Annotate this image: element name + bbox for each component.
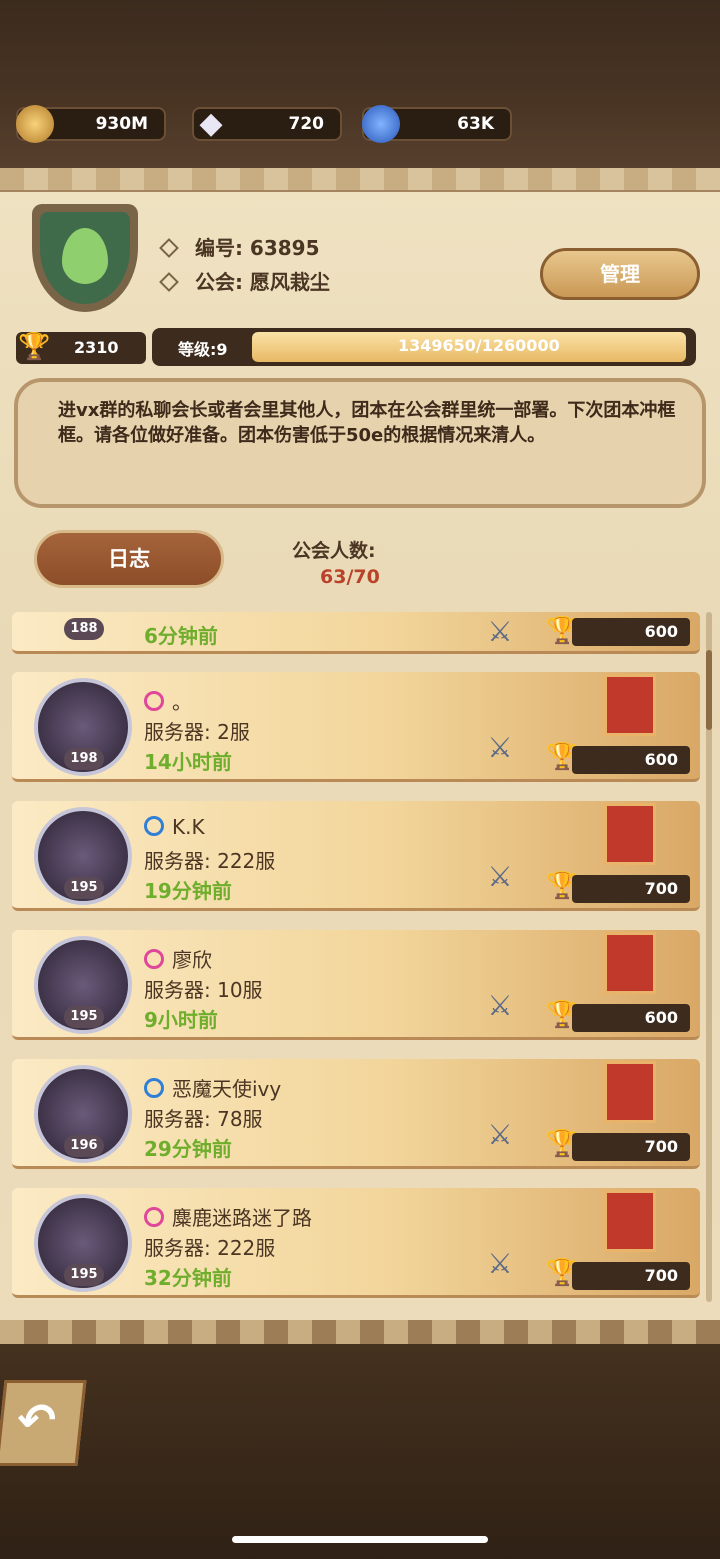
- member-last-online: 9小时前: [144, 1008, 218, 1032]
- member-score-value: 700: [644, 1137, 678, 1156]
- guild-notice: 进vx群的私聊会长或者会里其他人，团本在公会群里统一部署。下次团本冲框框。请各位…: [14, 378, 706, 508]
- gold-coin-icon: [16, 105, 54, 143]
- swords-icon: ⚔: [487, 989, 513, 1022]
- member-server: 服务器: 78服: [144, 1107, 263, 1131]
- gold-resource[interactable]: 930M: [16, 105, 166, 143]
- member-server: 服务器: 222服: [144, 1236, 276, 1260]
- member-level: 188: [64, 618, 104, 640]
- bullet-icon: [159, 272, 179, 292]
- guild-exp-bar: 等级:9 1349650/1260000: [152, 328, 696, 366]
- member-row[interactable]: 198 。 服务器: 2服 14小时前 ⚔ 🏆 600: [12, 672, 700, 782]
- members-count: 63/70: [320, 566, 380, 588]
- member-score: 600: [572, 746, 690, 774]
- guild-name: 公会: 愿风栽尘: [159, 266, 330, 295]
- member-row[interactable]: 195 K.K 服务器: 222服 19分钟前 ⚔ 🏆 700: [12, 801, 700, 911]
- diamond-value: 720: [288, 114, 325, 134]
- guild-name-text: 公会: 愿风栽尘: [194, 270, 330, 294]
- swords-icon: ⚔: [487, 1118, 513, 1151]
- member-score-value: 700: [644, 1266, 678, 1285]
- member-level: 195: [64, 1006, 104, 1028]
- home-indicator[interactable]: [232, 1536, 488, 1543]
- female-icon: [144, 949, 164, 969]
- male-icon: [144, 1078, 164, 1098]
- member-last-online: 32分钟前: [144, 1266, 232, 1290]
- top-bar: [0, 0, 720, 180]
- member-row[interactable]: 195 廖欣 服务器: 10服 9小时前 ⚔ 🏆 600: [12, 930, 700, 1040]
- guild-level: 等级:9: [178, 340, 228, 359]
- member-name: 廖欣: [144, 944, 212, 973]
- member-score-value: 600: [644, 1008, 678, 1027]
- gold-value: 930M: [95, 114, 148, 134]
- member-level: 198: [64, 748, 104, 770]
- member-name: 。: [144, 686, 192, 715]
- member-level: 196: [64, 1135, 104, 1157]
- guild-id-text: 编号: 63895: [194, 236, 320, 260]
- member-score-value: 700: [644, 879, 678, 898]
- manage-button[interactable]: 管理: [540, 248, 700, 300]
- member-name-text: 麋鹿迷路迷了路: [172, 1206, 312, 1230]
- member-last-online: 6分钟前: [144, 624, 218, 648]
- gem-resource[interactable]: 63K: [362, 105, 512, 143]
- member-server: 服务器: 2服: [144, 720, 250, 744]
- back-arrow-icon: ↶: [14, 1393, 59, 1447]
- scrollbar-thumb[interactable]: [706, 650, 712, 730]
- member-server: 服务器: 222服: [144, 849, 276, 873]
- trophy-icon: 🏆: [18, 332, 51, 362]
- member-name: 恶魔天使ivy: [144, 1073, 281, 1102]
- members-label: 公会人数:: [292, 540, 376, 562]
- member-score: 600: [572, 1004, 690, 1032]
- guild-notice-text: 进vx群的私聊会长或者会里其他人，团本在公会群里统一部署。下次团本冲框框。请各位…: [58, 400, 676, 446]
- member-name: K.K: [144, 815, 205, 839]
- guild-banner-icon: [604, 803, 656, 865]
- bottom-bar: [0, 1332, 720, 1559]
- swords-icon: ⚔: [487, 860, 513, 893]
- member-row[interactable]: 195 麋鹿迷路迷了路 服务器: 222服 32分钟前 ⚔ 🏆 700: [12, 1188, 700, 1298]
- member-server: 服务器: 10服: [144, 978, 263, 1002]
- member-score-value: 600: [644, 750, 678, 769]
- member-level: 195: [64, 877, 104, 899]
- guild-banner-icon: [604, 932, 656, 994]
- member-name-text: 廖欣: [172, 948, 212, 972]
- male-icon: [144, 816, 164, 836]
- member-last-online: 19分钟前: [144, 879, 232, 903]
- bullet-icon: [159, 238, 179, 258]
- member-score-value: 600: [644, 622, 678, 641]
- member-score: 700: [572, 875, 690, 903]
- swords-icon: ⚔: [487, 731, 513, 764]
- guild-exp-text: 1349650/1260000: [398, 336, 560, 355]
- member-level: 195: [64, 1264, 104, 1286]
- guild-banner-icon: [604, 674, 656, 736]
- member-row[interactable]: 188 6分钟前 ⚔ 🏆 600: [12, 612, 700, 654]
- back-button[interactable]: ↶: [0, 1380, 87, 1466]
- member-last-online: 14小时前: [144, 750, 232, 774]
- member-last-online: 29分钟前: [144, 1137, 232, 1161]
- swords-icon: ⚔: [487, 615, 513, 648]
- member-score: 700: [572, 1133, 690, 1161]
- member-name: 麋鹿迷路迷了路: [144, 1202, 312, 1231]
- member-row[interactable]: 196 恶魔天使ivy 服务器: 78服 29分钟前 ⚔ 🏆 700: [12, 1059, 700, 1169]
- female-icon: [144, 1207, 164, 1227]
- member-name-text: K.K: [172, 815, 205, 839]
- member-name-text: 。: [172, 690, 192, 714]
- diamond-resource[interactable]: ◆ 720: [192, 106, 342, 141]
- guild-trophy-box: 🏆 2310: [16, 332, 146, 364]
- guild-id: 编号: 63895: [159, 232, 320, 261]
- blue-gem-icon: [362, 105, 400, 143]
- panel-bottom-edge: [0, 1320, 720, 1344]
- diamond-icon: ◆: [199, 106, 223, 141]
- guild-banner-icon: [604, 1190, 656, 1252]
- guild-trophy-value: 2310: [74, 338, 119, 357]
- member-score: 600: [572, 618, 690, 646]
- panel-top-edge: [0, 168, 720, 192]
- female-icon: [144, 691, 164, 711]
- guild-banner-icon: [604, 1061, 656, 1123]
- member-score: 700: [572, 1262, 690, 1290]
- gem-value: 63K: [457, 114, 494, 134]
- member-name-text: 恶魔天使ivy: [172, 1077, 282, 1101]
- log-button[interactable]: 日志: [34, 530, 224, 588]
- swords-icon: ⚔: [487, 1247, 513, 1280]
